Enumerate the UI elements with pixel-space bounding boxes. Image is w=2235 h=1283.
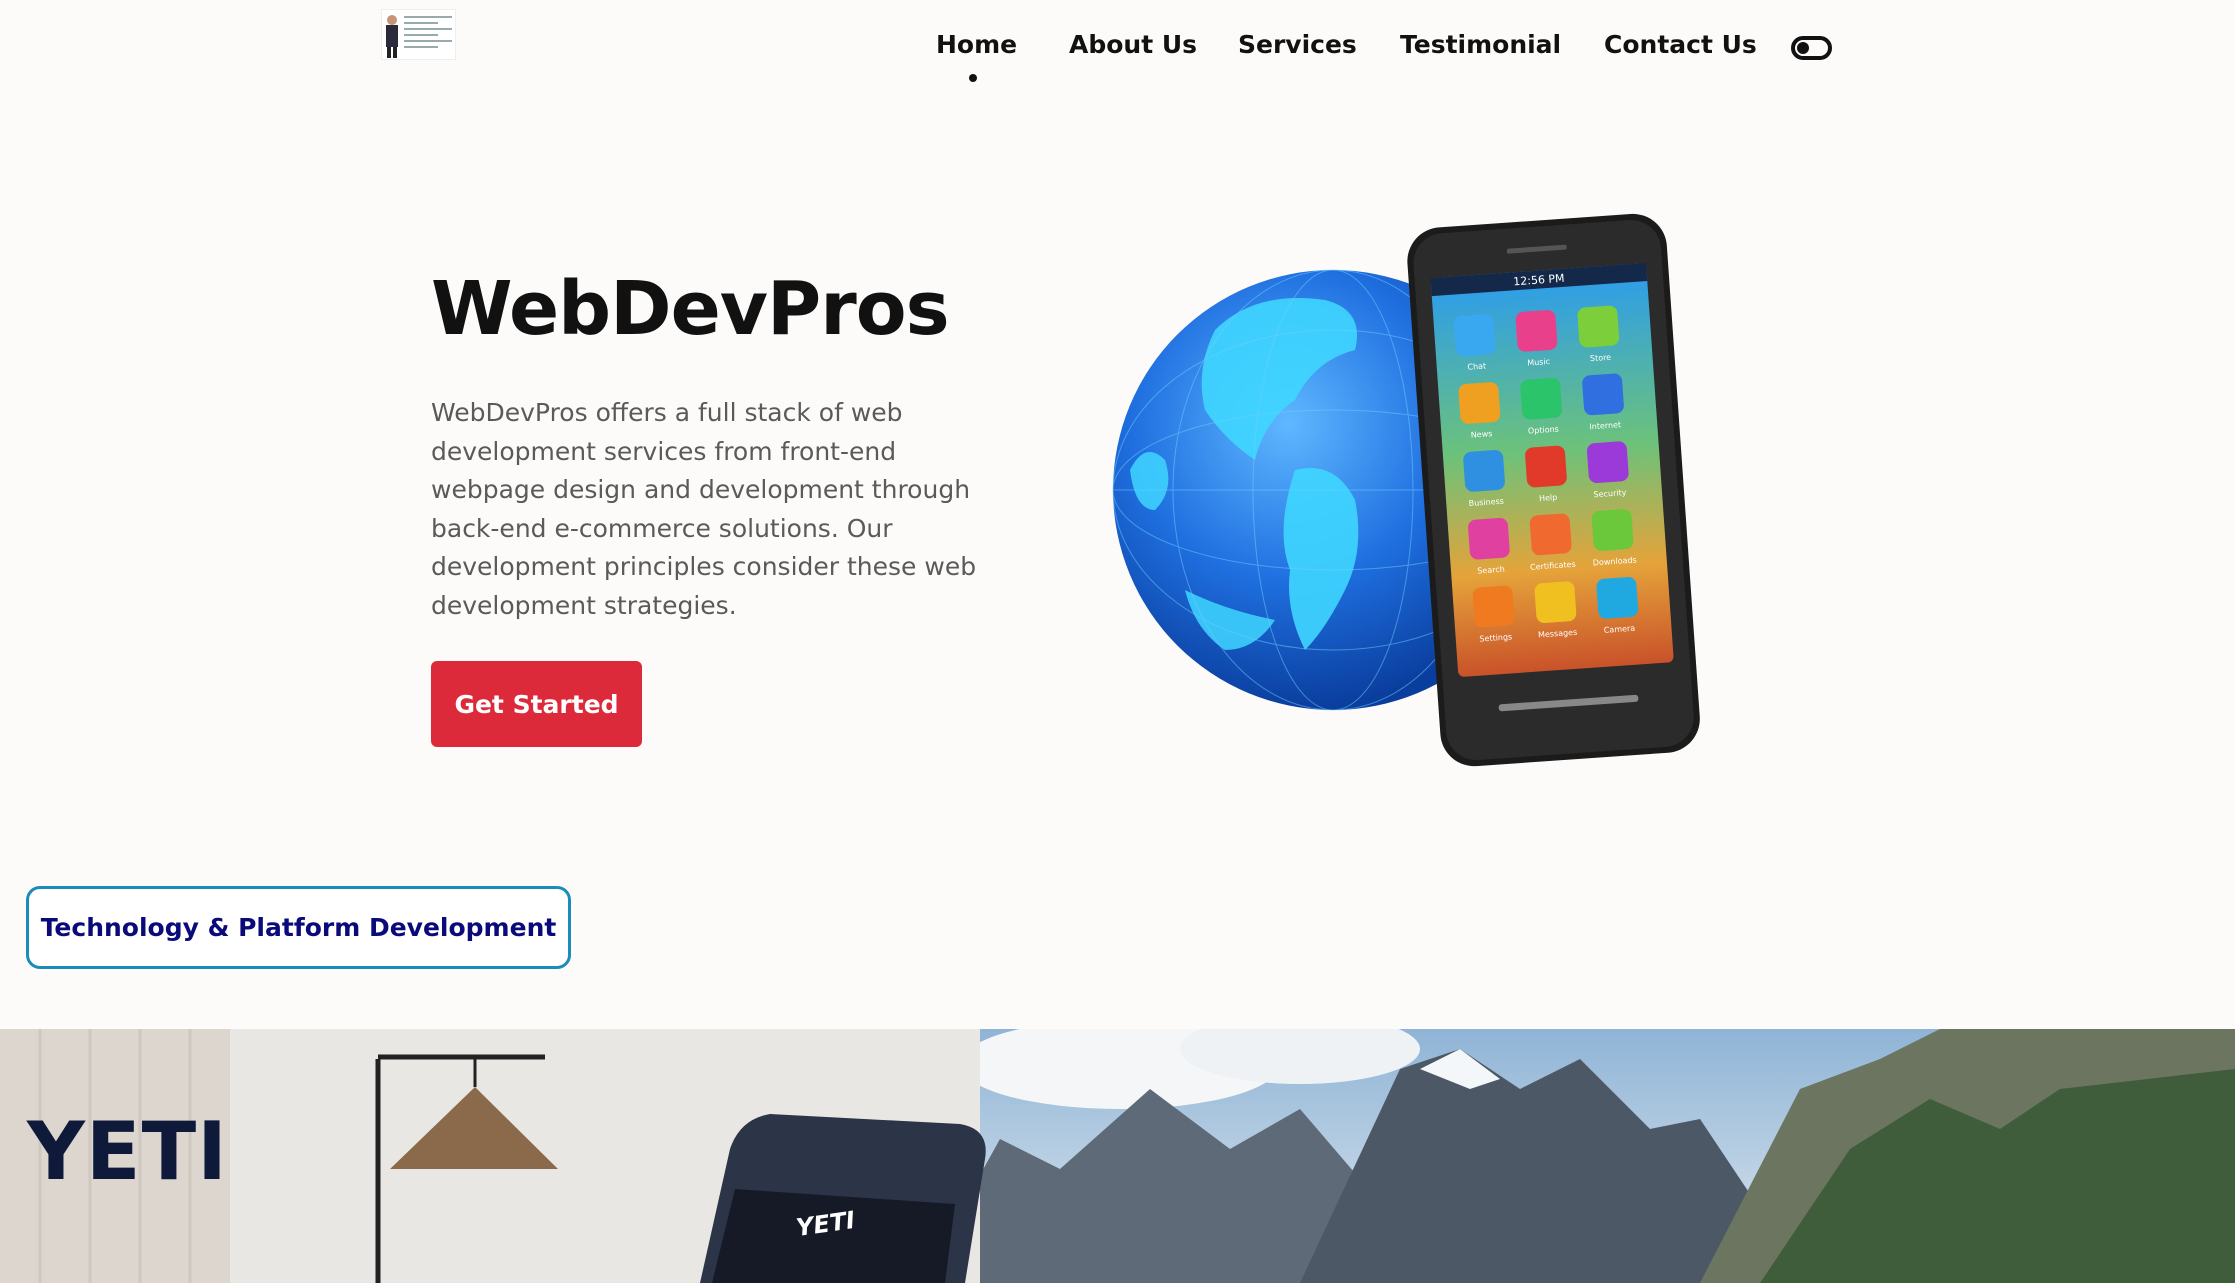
hero-description: WebDevPros offers a full stack of web de… (431, 398, 977, 620)
yeti-banner (0, 1029, 2235, 1283)
app-icon-security (1586, 441, 1629, 484)
banner-scene (0, 1029, 2235, 1283)
app-label-chat: Chat (1467, 361, 1486, 371)
app-icon-music (1515, 310, 1558, 352)
app-label-help: Help (1539, 493, 1558, 503)
app-icon-downloads (1591, 509, 1634, 551)
app-icon-news (1458, 382, 1501, 424)
yeti-device-icon (700, 1114, 986, 1283)
globe-phone-illustration: 12:56 PM Chat Music StoreNews Options Intern… (1112, 213, 1700, 767)
toggle-knob (1797, 42, 1809, 54)
hero-title: WebDevPros (431, 266, 950, 352)
nav-services[interactable]: Services (1238, 30, 1357, 59)
banner-title: YETI (27, 1105, 228, 1198)
nav-about-us[interactable]: About Us (1069, 30, 1197, 59)
get-started-button[interactable]: Get Started (431, 661, 642, 747)
nav-contact-us[interactable]: Contact Us (1604, 30, 1757, 59)
app-label-news: News (1470, 429, 1492, 439)
nav-testimonial[interactable]: Testimonial (1400, 30, 1561, 59)
header: Home About Us Services Testimonial Conta… (0, 0, 2235, 110)
app-icon-settings (1472, 585, 1515, 628)
nav-home[interactable]: Home (936, 30, 1017, 59)
app-label-search: Search (1477, 565, 1505, 576)
app-icon-certificates (1529, 513, 1572, 556)
smartphone-icon: 12:56 PM (1407, 213, 1700, 767)
app-icon-options (1520, 377, 1563, 420)
active-nav-indicator (969, 74, 977, 82)
app-icon-help (1525, 445, 1567, 488)
app-icon-search (1468, 517, 1510, 560)
main-nav: Home About Us Services Testimonial Conta… (0, 30, 2235, 70)
app-icon-messages (1534, 581, 1577, 624)
app-icon-camera (1596, 577, 1639, 619)
theme-toggle[interactable] (1791, 36, 1832, 60)
app-label-store: Store (1590, 353, 1612, 363)
technology-platform-button[interactable]: Technology & Platform Development (26, 886, 571, 969)
app-label-music: Music (1527, 357, 1550, 368)
app-icon-business (1463, 450, 1505, 492)
app-icon-internet (1582, 373, 1624, 416)
app-icon-store (1577, 305, 1620, 348)
app-icon-chat (1453, 314, 1496, 356)
